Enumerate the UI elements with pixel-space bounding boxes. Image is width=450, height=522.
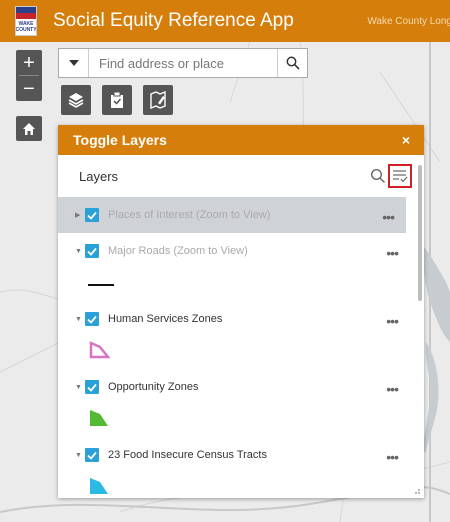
layer-list: ▶ Places of Interest (Zoom to View) ••• … xyxy=(58,197,410,498)
line-symbol-icon xyxy=(88,284,114,286)
search-button[interactable] xyxy=(277,49,307,77)
print-widget-button[interactable] xyxy=(102,85,132,115)
layer-label: 23 Food Insecure Census Tracts xyxy=(108,449,267,461)
close-button[interactable]: × xyxy=(402,132,410,148)
check-icon xyxy=(87,315,97,324)
panel-title: Toggle Layers xyxy=(73,132,167,148)
layer-checkbox[interactable] xyxy=(85,380,99,394)
home-button[interactable] xyxy=(16,116,42,141)
header-subtitle: Wake County Long R xyxy=(367,15,450,27)
check-icon xyxy=(87,247,97,256)
polygon-outline-symbol-icon xyxy=(89,341,111,359)
list-check-icon xyxy=(393,170,408,183)
check-icon xyxy=(87,211,97,220)
map-edit-icon xyxy=(150,91,166,109)
search-source-dropdown[interactable] xyxy=(59,49,89,77)
more-options-icon[interactable]: ••• xyxy=(382,209,395,225)
zoom-out-button[interactable]: − xyxy=(16,76,42,101)
search-box xyxy=(58,48,308,78)
resize-handle-icon[interactable] xyxy=(413,487,421,495)
scrollbar-thumb[interactable] xyxy=(418,165,422,301)
more-options-icon[interactable]: ••• xyxy=(386,245,399,261)
more-options-icon[interactable]: ••• xyxy=(386,449,399,465)
county-logo: WAKE COUNTY xyxy=(15,6,37,36)
home-icon xyxy=(23,122,35,135)
clipboard-icon xyxy=(111,91,123,108)
search-icon xyxy=(286,56,300,70)
zoom-controls: + − xyxy=(16,50,42,101)
caret-down-icon[interactable]: ▼ xyxy=(75,452,85,459)
layers-toolbar: Layers xyxy=(58,155,424,197)
check-icon xyxy=(87,383,97,392)
legend-opportunity-zones xyxy=(58,405,410,437)
layers-icon xyxy=(68,93,84,108)
legend-food-insecure-tracts xyxy=(58,473,410,498)
zoom-in-button[interactable]: + xyxy=(16,50,42,75)
search-icon[interactable] xyxy=(370,168,386,184)
panel-header: Toggle Layers × xyxy=(58,125,424,155)
layer-label: Places of Interest (Zoom to View) xyxy=(108,209,271,221)
layer-checkbox[interactable] xyxy=(85,448,99,462)
check-icon xyxy=(87,451,97,460)
layer-item-human-services-zones[interactable]: ▼ Human Services Zones ••• xyxy=(58,301,410,337)
layer-options-button[interactable] xyxy=(388,164,412,188)
widget-bar xyxy=(61,85,173,115)
layer-label: Major Roads (Zoom to View) xyxy=(108,245,248,257)
legend-major-roads xyxy=(58,269,410,301)
polygon-fill-symbol-icon xyxy=(90,478,108,494)
layer-label: Opportunity Zones xyxy=(108,381,199,393)
layers-widget-button[interactable] xyxy=(61,85,91,115)
legend-human-services-zones xyxy=(58,337,410,369)
layer-item-food-insecure-tracts[interactable]: ▼ 23 Food Insecure Census Tracts ••• xyxy=(58,437,410,473)
caret-down-icon[interactable]: ▼ xyxy=(75,384,85,391)
caret-right-icon[interactable]: ▶ xyxy=(75,211,85,219)
search-input[interactable] xyxy=(89,49,277,77)
caret-down-icon xyxy=(68,60,79,66)
layer-label: Human Services Zones xyxy=(108,313,223,325)
layer-checkbox[interactable] xyxy=(85,244,99,258)
app-title: Social Equity Reference App xyxy=(53,10,294,31)
toggle-layers-panel: Toggle Layers × Layers ▶ Places of Inter… xyxy=(58,125,424,498)
more-options-icon[interactable]: ••• xyxy=(386,313,399,329)
layer-item-places-of-interest[interactable]: ▶ Places of Interest (Zoom to View) ••• xyxy=(58,197,406,233)
caret-down-icon[interactable]: ▼ xyxy=(75,248,85,255)
app-header: WAKE COUNTY Social Equity Reference App … xyxy=(0,0,450,42)
draw-widget-button[interactable] xyxy=(143,85,173,115)
layer-item-major-roads[interactable]: ▼ Major Roads (Zoom to View) ••• xyxy=(58,233,410,269)
layer-checkbox[interactable] xyxy=(85,208,99,222)
more-options-icon[interactable]: ••• xyxy=(386,381,399,397)
polygon-fill-symbol-icon xyxy=(90,410,108,426)
layers-label: Layers xyxy=(79,168,119,184)
caret-down-icon[interactable]: ▼ xyxy=(75,316,85,323)
layer-checkbox[interactable] xyxy=(85,312,99,326)
layer-item-opportunity-zones[interactable]: ▼ Opportunity Zones ••• xyxy=(58,369,410,405)
